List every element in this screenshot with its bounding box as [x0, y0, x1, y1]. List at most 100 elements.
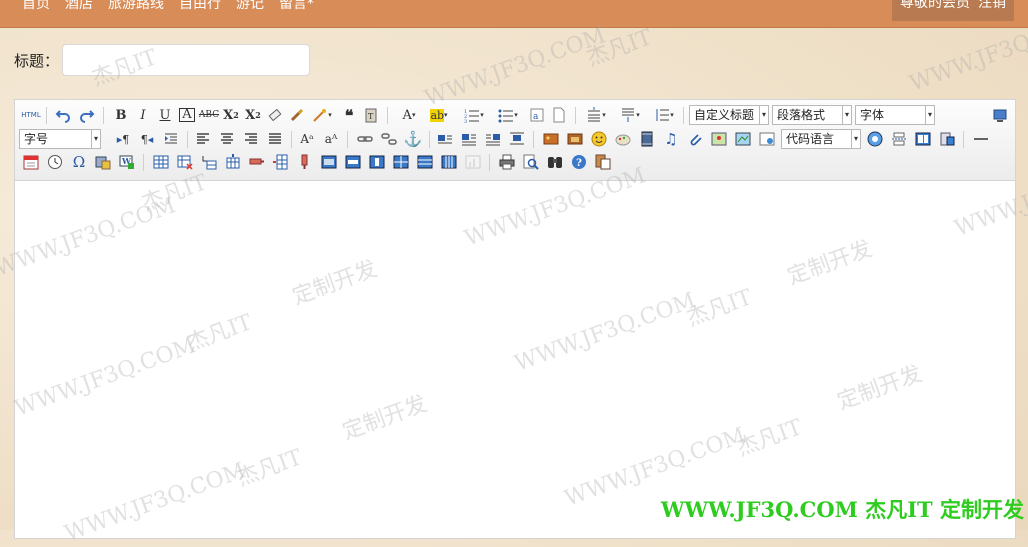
image-center-icon[interactable]	[507, 129, 527, 149]
select-all-icon[interactable]: a	[527, 105, 547, 125]
insert-video-icon[interactable]	[637, 129, 657, 149]
insert-col-icon[interactable]	[271, 152, 291, 172]
merge-down-icon[interactable]	[367, 152, 387, 172]
template-icon[interactable]	[913, 129, 933, 149]
format-match-icon[interactable]	[287, 105, 307, 125]
font-border-icon[interactable]: A	[177, 105, 197, 125]
preview-icon[interactable]	[521, 152, 541, 172]
nav-item-free-travel[interactable]: 自由行	[179, 0, 221, 14]
emotion-icon[interactable]	[589, 129, 609, 149]
nav-item-hotel[interactable]: 酒店	[65, 0, 93, 14]
justify-right-icon[interactable]	[241, 129, 261, 149]
html-source-icon[interactable]: HTML	[19, 105, 43, 125]
help-icon[interactable]: ?	[569, 152, 589, 172]
font-color-icon[interactable]: A ▾	[395, 105, 423, 125]
line-height-icon[interactable]: ▾	[649, 105, 679, 125]
chevron-down-icon: ▾	[851, 130, 860, 148]
split-to-cells-icon[interactable]	[391, 152, 411, 172]
member-greeting[interactable]: 尊敬的会员	[900, 0, 970, 13]
merge-cells-icon[interactable]	[319, 152, 339, 172]
image-left-icon[interactable]	[459, 129, 479, 149]
nav-item-routes[interactable]: 旅游路线	[108, 0, 164, 14]
insert-paragraph-icon[interactable]	[199, 152, 219, 172]
unlink-icon[interactable]	[379, 129, 399, 149]
gmap-icon[interactable]	[733, 129, 753, 149]
clear-doc-icon[interactable]	[549, 105, 569, 125]
subscript-icon[interactable]: X2	[243, 105, 263, 125]
nav-item-message[interactable]: 留言*	[279, 0, 314, 14]
split-to-rows-icon[interactable]	[415, 152, 435, 172]
special-char-icon[interactable]: Ω	[69, 152, 89, 172]
rtl-icon[interactable]: ¶ ◂	[137, 129, 157, 149]
time-icon[interactable]	[45, 152, 65, 172]
uppercase-icon[interactable]: Aᵃ	[297, 129, 317, 149]
superscript-icon[interactable]: X2	[221, 105, 241, 125]
logout-link[interactable]: 注销	[978, 0, 1006, 13]
image-none-icon[interactable]	[435, 129, 455, 149]
fullscreen-icon[interactable]	[990, 105, 1010, 125]
editor-content-area[interactable]	[15, 181, 1015, 538]
scrawl-icon[interactable]	[613, 129, 633, 149]
wordimage-icon[interactable]	[93, 152, 113, 172]
charts-icon[interactable]	[463, 152, 483, 172]
auto-typeset-icon[interactable]: ▾	[309, 105, 335, 125]
nav-item-travelogue[interactable]: 游记	[236, 0, 264, 14]
print-icon[interactable]	[497, 152, 517, 172]
delete-col-icon[interactable]	[295, 152, 315, 172]
ordered-list-icon[interactable]: 1 2 3 ▾	[459, 105, 489, 125]
paragraph-format-select[interactable]: 段落格式 ▾	[772, 105, 852, 125]
map-icon[interactable]	[709, 129, 729, 149]
font-family-select[interactable]: 字体 ▾	[855, 105, 935, 125]
insert-frame-icon[interactable]	[757, 129, 777, 149]
music-icon[interactable]: ♫	[661, 129, 681, 149]
insert-row-icon[interactable]	[223, 152, 243, 172]
user-box: 尊敬的会员 注销	[892, 0, 1014, 21]
insert-image-icon[interactable]	[565, 129, 585, 149]
ltr-icon[interactable]: ▸ ¶	[113, 129, 133, 149]
justify-center-icon[interactable]	[217, 129, 237, 149]
chevron-down-icon: ▾	[925, 106, 934, 124]
anchor-icon[interactable]: ⚓	[403, 129, 423, 149]
bold-icon[interactable]: B	[111, 105, 131, 125]
attachment-icon[interactable]	[685, 129, 705, 149]
title-input[interactable]	[62, 44, 310, 76]
pagebreak-icon[interactable]	[889, 129, 909, 149]
remove-format-icon[interactable]	[265, 105, 285, 125]
insert-table-icon[interactable]	[151, 152, 171, 172]
drafts-icon[interactable]	[593, 152, 613, 172]
insert-code-icon[interactable]	[937, 129, 957, 149]
undo-icon[interactable]	[53, 105, 73, 125]
strikethrough-icon[interactable]: ABC	[199, 105, 219, 125]
delete-row-icon[interactable]	[247, 152, 267, 172]
custom-heading-select[interactable]: 自定义标题 ▾	[689, 105, 769, 125]
link-icon[interactable]	[355, 129, 375, 149]
font-size-select[interactable]: 字号 ▾	[19, 129, 101, 149]
redo-icon[interactable]	[77, 105, 97, 125]
blockquote-icon[interactable]: ❝	[339, 105, 359, 125]
paste-plain-icon[interactable]: T	[361, 105, 381, 125]
row-spacing-top-icon[interactable]: ▾	[581, 105, 611, 125]
search-replace-icon[interactable]	[545, 152, 565, 172]
underline-icon[interactable]: U	[155, 105, 175, 125]
merge-right-icon[interactable]	[343, 152, 363, 172]
nav-item-home[interactable]: 首页	[22, 0, 50, 14]
date-icon[interactable]	[21, 152, 41, 172]
lowercase-icon[interactable]: aᴬ	[321, 129, 341, 149]
simple-upload-icon[interactable]	[541, 129, 561, 149]
italic-icon[interactable]: I	[133, 105, 153, 125]
rich-text-editor: HTML B I U A ABC X2 X2 ▾ ❝ T A ▾ ab ▾ 1 2 3 ▾…	[14, 99, 1016, 539]
unordered-list-icon[interactable]: ▾	[493, 105, 523, 125]
webapp-icon[interactable]	[865, 129, 885, 149]
justify-left-icon[interactable]	[193, 129, 213, 149]
code-language-select[interactable]: 代码语言 ▾	[781, 129, 861, 149]
row-spacing-bottom-icon[interactable]: ▾	[615, 105, 645, 125]
split-to-cols-icon[interactable]	[439, 152, 459, 172]
background-color-icon[interactable]: ab ▾	[425, 105, 453, 125]
justify-full-icon[interactable]	[265, 129, 285, 149]
toolbar-separator	[46, 107, 47, 124]
snapscreen-icon[interactable]: W	[117, 152, 137, 172]
image-right-icon[interactable]	[483, 129, 503, 149]
horizontal-icon[interactable]	[971, 129, 991, 149]
indent-icon[interactable]	[161, 129, 181, 149]
delete-table-icon[interactable]	[175, 152, 195, 172]
